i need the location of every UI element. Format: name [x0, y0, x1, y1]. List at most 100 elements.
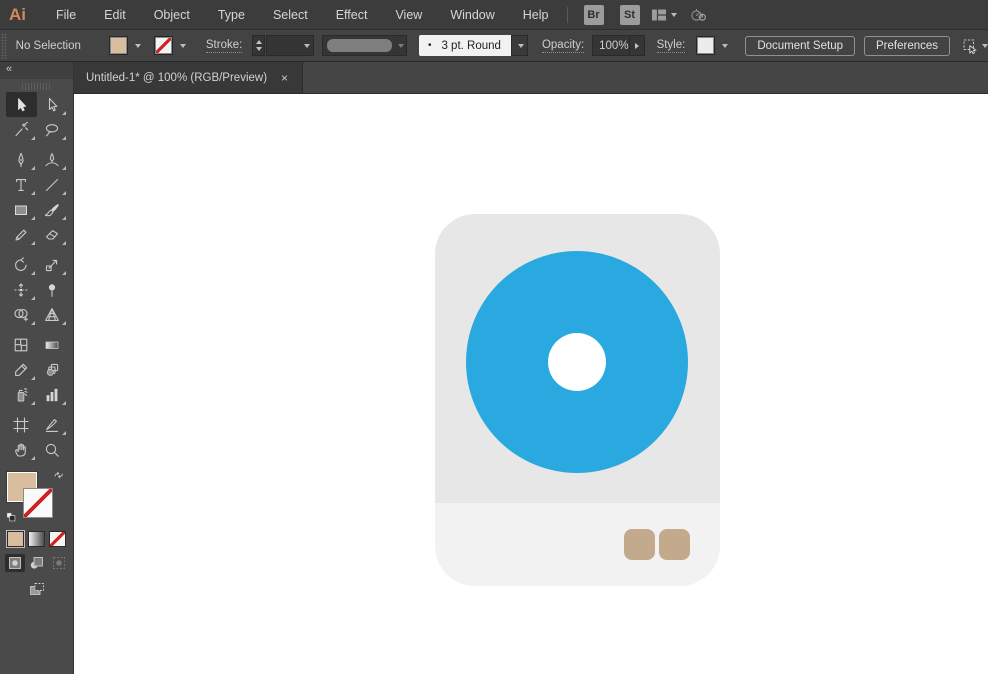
- paintbrush-tool[interactable]: [37, 197, 68, 222]
- preferences-button[interactable]: Preferences: [864, 35, 951, 56]
- direct-selection-tool[interactable]: [37, 92, 68, 117]
- menu-item-select[interactable]: Select: [259, 0, 322, 30]
- chevron-down-icon: [722, 43, 729, 48]
- stroke-weight-combo[interactable]: [265, 35, 314, 56]
- shaper-tool[interactable]: [6, 222, 37, 247]
- stroke-weight-stepper[interactable]: [252, 35, 265, 56]
- menu-item-file[interactable]: File: [42, 0, 90, 30]
- fill-color-dropdown[interactable]: [108, 36, 144, 55]
- blend-tool-icon: [44, 362, 60, 378]
- menu-item-effect[interactable]: Effect: [322, 0, 382, 30]
- menu-item-help[interactable]: Help: [509, 0, 563, 30]
- gradient-tool-icon: [44, 337, 60, 353]
- puppet-warp-tool[interactable]: [37, 277, 68, 302]
- document-tab-title: Untitled-1* @ 100% (RGB/Preview): [86, 71, 268, 84]
- swap-fill-stroke-icon[interactable]: [53, 471, 66, 484]
- stroke-color-dropdown[interactable]: [153, 36, 189, 55]
- gpu-performance-button[interactable]: [690, 7, 706, 23]
- draw-inside-icon[interactable]: [49, 554, 69, 572]
- eyedropper-tool-icon: [13, 362, 29, 378]
- draw-behind-icon[interactable]: [27, 554, 47, 572]
- menu-item-type[interactable]: Type: [204, 0, 259, 30]
- puppet-warp-tool-icon: [44, 282, 60, 298]
- gradient-button[interactable]: [28, 531, 45, 547]
- curvature-tool[interactable]: [37, 147, 68, 172]
- perspective-grid-tool-icon: [44, 307, 60, 323]
- color-button[interactable]: [6, 530, 25, 548]
- mesh-tool[interactable]: [6, 332, 37, 357]
- stroke-label[interactable]: Stroke:: [205, 39, 243, 53]
- selection-tool-icon: [13, 97, 29, 113]
- eyedropper-tool[interactable]: [6, 357, 37, 382]
- change-screen-mode-button[interactable]: [0, 582, 73, 598]
- shape-builder-tool[interactable]: [6, 302, 37, 327]
- artwork-card-shape[interactable]: [435, 214, 720, 586]
- select-similar-dropdown[interactable]: [962, 38, 988, 54]
- menu-separator: [566, 6, 568, 23]
- variable-width-profile-dropdown[interactable]: [321, 35, 407, 56]
- hand-tool[interactable]: [6, 437, 37, 462]
- tab-close-button[interactable]: ×: [279, 70, 290, 86]
- fill-stroke-proxy: [5, 471, 68, 527]
- br-badge[interactable]: Br: [583, 4, 604, 25]
- graphic-style-dropdown[interactable]: [696, 36, 731, 55]
- menu-item-object[interactable]: Object: [140, 0, 204, 30]
- menu-item-window[interactable]: Window: [436, 0, 508, 30]
- workspace-switcher[interactable]: [651, 7, 677, 23]
- tan-button-shape-1[interactable]: [624, 529, 655, 560]
- opacity-field[interactable]: 100%: [592, 35, 645, 56]
- draw-normal-icon[interactable]: [4, 554, 25, 572]
- column-graph-tool[interactable]: [37, 382, 68, 407]
- artboard-canvas[interactable]: [74, 94, 988, 674]
- fill-swatch[interactable]: [108, 36, 128, 55]
- slice-tool[interactable]: [37, 412, 68, 437]
- rotate-tool[interactable]: [6, 252, 37, 277]
- style-swatch[interactable]: [696, 36, 716, 55]
- width-tool[interactable]: [6, 277, 37, 302]
- tools-panel-grip[interactable]: [21, 83, 52, 90]
- perspective-grid-tool[interactable]: [37, 302, 68, 327]
- none-button[interactable]: [49, 531, 66, 547]
- menu-item-view[interactable]: View: [381, 0, 436, 30]
- stroke-proxy-swatch[interactable]: [22, 488, 53, 518]
- disc-hole-shape[interactable]: [548, 333, 606, 391]
- stroke-none-swatch[interactable]: [153, 36, 173, 55]
- gpu-performance-icon: [690, 7, 706, 23]
- chevron-down-icon: [134, 43, 141, 48]
- stepper-down-icon[interactable]: [255, 47, 262, 51]
- scale-tool[interactable]: [37, 252, 68, 277]
- document-setup-button[interactable]: Document Setup: [745, 35, 855, 56]
- gradient-tool[interactable]: [37, 332, 68, 357]
- pen-tool[interactable]: [6, 147, 37, 172]
- stepper-up-icon[interactable]: [255, 40, 262, 44]
- document-tab[interactable]: Untitled-1* @ 100% (RGB/Preview) ×: [74, 62, 304, 93]
- symbol-sprayer-tool[interactable]: [6, 382, 37, 407]
- opacity-arrow-button[interactable]: [628, 36, 644, 55]
- lasso-tool[interactable]: [37, 117, 68, 142]
- opacity-label[interactable]: Opacity:: [541, 39, 585, 53]
- rectangle-tool[interactable]: [6, 197, 37, 222]
- zoom-tool[interactable]: [37, 437, 68, 462]
- tools-panel-header[interactable]: «: [0, 62, 73, 79]
- type-tool[interactable]: [6, 172, 37, 197]
- style-label[interactable]: Style:: [656, 39, 686, 53]
- line-segment-tool[interactable]: [37, 172, 68, 197]
- panel-grip[interactable]: [1, 32, 7, 59]
- collapse-panel-icon[interactable]: «: [6, 63, 13, 75]
- blend-tool[interactable]: [37, 357, 68, 382]
- magic-wand-tool[interactable]: [6, 117, 37, 142]
- tan-button-shape-2[interactable]: [659, 529, 690, 560]
- eraser-tool[interactable]: [37, 222, 68, 247]
- menu-item-edit[interactable]: Edit: [90, 0, 140, 30]
- opacity-value[interactable]: 100%: [593, 40, 628, 52]
- artboard-tool[interactable]: [6, 412, 37, 437]
- st-badge[interactable]: St: [619, 4, 640, 25]
- brush-definition-dropdown[interactable]: • 3 pt. Round: [418, 35, 528, 56]
- selection-tool[interactable]: [5, 92, 37, 117]
- rectangle-tool-icon: [13, 202, 29, 218]
- menu-items: File Edit Object Type Select Effect View Window…: [42, 0, 563, 30]
- direct-selection-tool-icon: [44, 97, 60, 113]
- curvature-tool-icon: [44, 152, 60, 168]
- select-similar-icon: [962, 38, 978, 54]
- default-fill-stroke-icon[interactable]: [5, 512, 19, 525]
